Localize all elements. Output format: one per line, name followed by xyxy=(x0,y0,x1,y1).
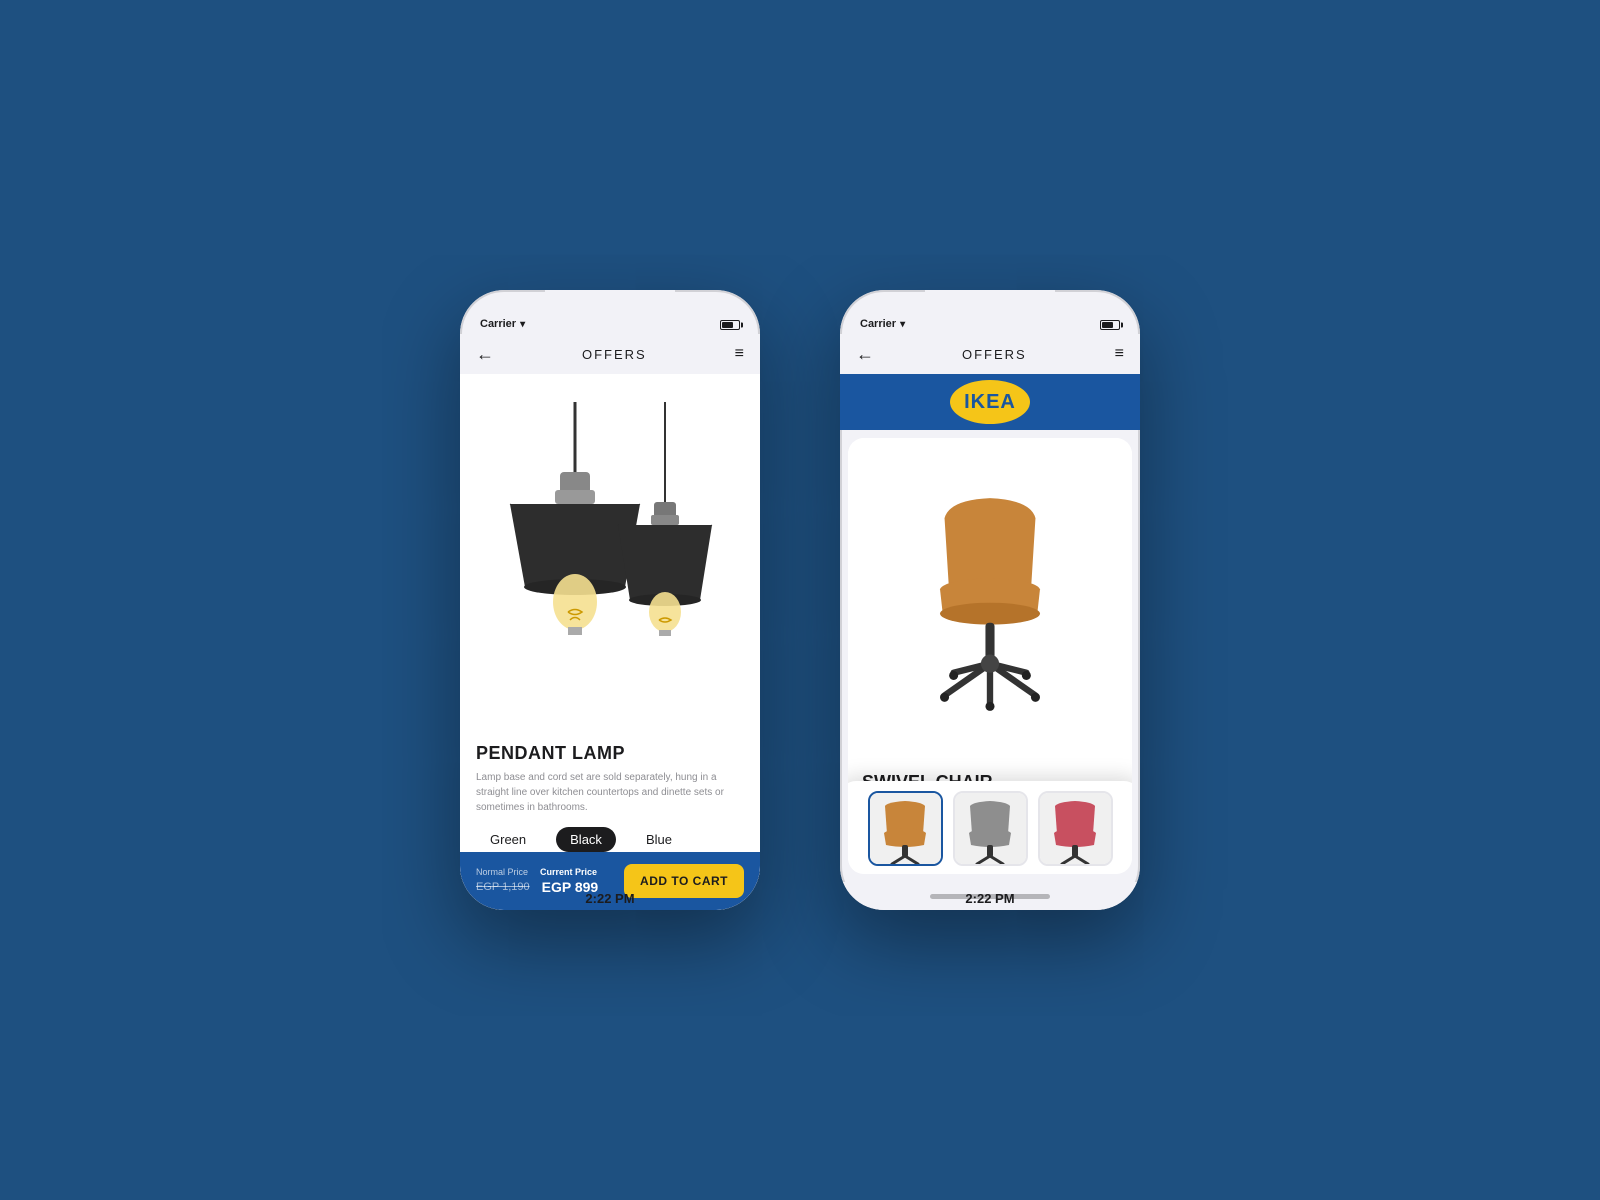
chair-swatches-bar xyxy=(848,781,1132,874)
battery-icon-2 xyxy=(1100,320,1120,330)
swatch-red-inner xyxy=(1040,793,1111,864)
price-values: EGP 1,190 EGP 899 xyxy=(476,879,598,895)
lamp-title: PENDANT LAMP xyxy=(476,743,744,764)
nav-title-1: OFFERS xyxy=(582,347,647,362)
nav-bar-2: ← OFFERS ≡ xyxy=(840,334,1140,374)
status-right-1 xyxy=(720,320,740,330)
battery-icon-1 xyxy=(720,320,740,330)
lamp-desc: Lamp base and cord set are sold separate… xyxy=(476,770,744,815)
ikea-header: IKEA xyxy=(840,374,1140,430)
ikea-oval: IKEA xyxy=(950,380,1030,424)
status-right-2 xyxy=(1100,320,1120,330)
swatch-gray-inner xyxy=(955,793,1026,864)
swatch-tan[interactable] xyxy=(868,791,943,866)
add-to-cart-button[interactable]: ADD TO CART xyxy=(624,864,744,898)
color-black[interactable]: Black xyxy=(556,827,616,852)
color-green[interactable]: Green xyxy=(476,827,540,852)
lamp-image-area xyxy=(460,374,760,729)
swatch-red[interactable] xyxy=(1038,791,1113,866)
carrier-1: Carrier xyxy=(480,318,516,330)
phone-2: Carrier ▾ 2:22 PM ← OFFERS ≡ IKEA xyxy=(840,290,1140,910)
time-2: 2:22 PM xyxy=(965,891,1014,906)
notch-2 xyxy=(925,290,1055,318)
chair-image-area xyxy=(848,438,1132,762)
time-1: 2:22 PM xyxy=(585,891,634,906)
carrier-2: Carrier xyxy=(860,318,896,330)
wifi-icon-1: ▾ xyxy=(520,319,525,330)
price-section: Normal Price Current Price EGP 1,190 EGP… xyxy=(476,867,598,895)
swatch-tan-inner xyxy=(870,793,941,864)
battery-fill-1 xyxy=(722,322,733,328)
ikea-text: IKEA xyxy=(964,391,1016,414)
nav-title-2: OFFERS xyxy=(962,347,1027,362)
status-left-2: Carrier ▾ xyxy=(860,318,905,330)
status-left-1: Carrier ▾ xyxy=(480,318,525,330)
nav-bar-1: ← OFFERS ≡ xyxy=(460,334,760,374)
lamp-details: PENDANT LAMP Lamp base and cord set are … xyxy=(460,729,760,852)
current-price-label: Current Price xyxy=(540,867,597,877)
chair-illustration xyxy=(890,480,1090,720)
price-label-row: Normal Price Current Price xyxy=(476,867,598,877)
back-button-2[interactable]: ← xyxy=(856,344,874,365)
chair-card: SWIVEL CHAIR nterface is a slang express… xyxy=(848,438,1132,874)
notch-1 xyxy=(545,290,675,318)
old-price: EGP 1,190 xyxy=(476,881,530,893)
ikea-logo: IKEA xyxy=(950,380,1030,424)
menu-button-2[interactable]: ≡ xyxy=(1115,345,1124,363)
wifi-icon-2: ▾ xyxy=(900,319,905,330)
back-button-1[interactable]: ← xyxy=(476,344,494,365)
swatch-gray[interactable] xyxy=(953,791,1028,866)
lamp-illustration xyxy=(470,402,750,702)
normal-price-label: Normal Price xyxy=(476,867,528,877)
phones-container: Carrier ▾ 2:22 PM ← OFFERS ≡ xyxy=(460,290,1140,910)
color-options: Green Black Blue xyxy=(476,827,744,852)
phone-1: Carrier ▾ 2:22 PM ← OFFERS ≡ xyxy=(460,290,760,910)
color-blue[interactable]: Blue xyxy=(632,827,686,852)
menu-button-1[interactable]: ≡ xyxy=(735,345,744,363)
battery-fill-2 xyxy=(1102,322,1113,328)
